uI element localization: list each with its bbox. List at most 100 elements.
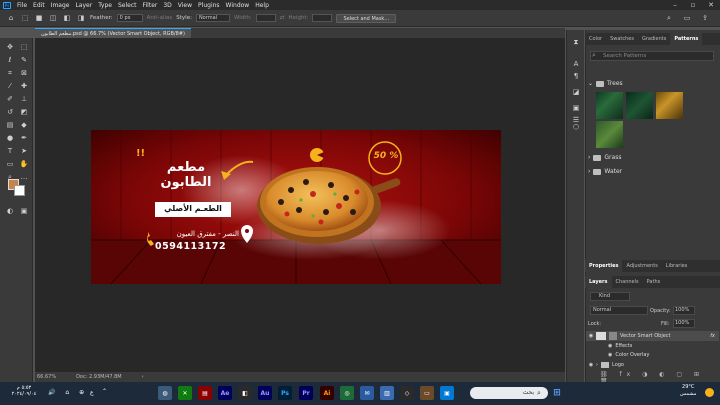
quick-mask-icon[interactable]: ◐ <box>5 206 15 216</box>
background-color-swatch[interactable] <box>14 185 25 196</box>
fill-input[interactable]: 100% <box>673 319 695 328</box>
width-input[interactable] <box>255 14 276 22</box>
chevron-right-icon[interactable]: › <box>588 154 590 161</box>
dodge-tool-icon[interactable]: ● <box>5 133 15 143</box>
tab-libraries[interactable]: Libraries <box>662 260 692 272</box>
app-icon[interactable]: ▤ <box>198 386 212 400</box>
chat-icon[interactable]: ✉ <box>360 386 374 400</box>
minimize-icon[interactable]: – <box>666 1 684 9</box>
after-effects-icon[interactable]: Ae <box>218 386 232 400</box>
fx-icon[interactable]: fx <box>710 333 719 339</box>
layer-row-vector-smart-object[interactable]: ◉ Vector Smart Object fx <box>586 331 719 341</box>
tab-properties[interactable]: Properties <box>585 260 623 272</box>
close-icon[interactable]: ✕ <box>702 1 720 9</box>
path-select-tool-icon[interactable]: ➤ <box>19 146 29 156</box>
add-selection-icon[interactable]: ◫ <box>48 13 58 23</box>
gradient-tool-icon[interactable]: ▤ <box>5 120 15 130</box>
menu-help[interactable]: Help <box>252 2 272 9</box>
chevron-right-icon[interactable]: › <box>596 362 598 368</box>
pattern-swatch[interactable] <box>596 121 623 148</box>
workspace-icon[interactable]: ▭ <box>682 13 692 23</box>
healing-brush-tool-icon[interactable]: ✚ <box>19 81 29 91</box>
libraries-icon[interactable]: ▣ <box>571 104 581 113</box>
document-canvas[interactable]: مطعم الطابون !! الطعـم الأصلي النصر - مف… <box>91 130 501 284</box>
marquee-preset-icon[interactable]: ⬚ <box>20 13 30 23</box>
menu-view[interactable]: View <box>175 2 195 9</box>
audition-icon[interactable]: Au <box>258 386 272 400</box>
tab-adjustments[interactable]: Adjustments <box>622 260 661 272</box>
menu-3d[interactable]: 3D <box>160 2 174 9</box>
lasso-tool-icon[interactable]: ℓ <box>5 55 15 65</box>
more-tools-icon[interactable]: … <box>19 172 29 182</box>
menu-plugins[interactable]: Plugins <box>195 2 223 9</box>
menu-type[interactable]: Type <box>95 2 115 9</box>
intersect-selection-icon[interactable]: ◨ <box>76 13 86 23</box>
layer-name[interactable]: Logo <box>612 362 624 368</box>
tray-chevron-icon[interactable]: ⌃ <box>102 388 107 395</box>
visibility-eye-icon[interactable]: ◉ <box>608 352 612 358</box>
clock[interactable]: ٥:٥٣ م ٢٠٢٤/٠٩/٠٤ <box>6 385 42 397</box>
glyphs-icon[interactable]: ◪ <box>571 88 581 97</box>
chrome-icon[interactable]: ◎ <box>340 386 354 400</box>
menu-edit[interactable]: Edit <box>30 2 48 9</box>
menu-select[interactable]: Select <box>115 2 140 9</box>
eyedropper-tool-icon[interactable]: ⁄ <box>5 81 15 91</box>
tab-layers[interactable]: Layers <box>585 276 612 288</box>
premiere-icon[interactable]: Pr <box>299 386 313 400</box>
artboard-tool-icon[interactable]: ⬚ <box>19 42 29 52</box>
maximize-icon[interactable]: ▫ <box>684 1 702 9</box>
home-icon[interactable]: ⌂ <box>6 13 16 23</box>
folder-app-icon[interactable]: ▭ <box>420 386 434 400</box>
hand-tool-icon[interactable]: ✋ <box>19 159 29 169</box>
search-icon[interactable]: ⌕ <box>664 13 674 23</box>
crop-tool-icon[interactable]: ⌗ <box>5 68 15 78</box>
history-icon[interactable]: ⧗ <box>571 38 581 47</box>
layer-effect-row[interactable]: ◉ Color Overlay <box>586 350 719 360</box>
weather-widget[interactable]: 29°C مشمس <box>680 384 696 398</box>
document-tab[interactable]: مطعم الطابون.psd @ 66.7% (Vector Smart O… <box>35 28 191 38</box>
tab-swatches[interactable]: Swatches <box>606 33 638 45</box>
antialias-checkbox[interactable]: Anti-alias <box>147 15 173 21</box>
patterns-search-input[interactable]: Search Patterns <box>590 51 714 61</box>
brush-tool-icon[interactable]: ✐ <box>5 94 15 104</box>
layer-name[interactable]: Vector Smart Object <box>620 333 671 339</box>
screen-mode-icon[interactable]: ▣ <box>19 206 29 216</box>
visibility-eye-icon[interactable]: ◉ <box>586 333 596 339</box>
chevron-right-icon[interactable]: › <box>588 168 590 175</box>
folder-grass[interactable]: › Grass <box>588 154 621 161</box>
store-icon[interactable]: ▣ <box>440 386 454 400</box>
visibility-eye-icon[interactable]: ◉ <box>586 362 596 368</box>
chevron-down-icon[interactable]: ⌄ <box>588 80 593 87</box>
folder-water[interactable]: › Water <box>588 168 622 175</box>
history-brush-tool-icon[interactable]: ↺ <box>5 107 15 117</box>
frame-tool-icon[interactable]: ⊠ <box>19 68 29 78</box>
character-icon[interactable]: A <box>571 60 581 69</box>
type-tool-icon[interactable]: T <box>5 146 15 156</box>
tab-color[interactable]: Color <box>585 33 606 45</box>
feather-input[interactable]: 0 px <box>116 14 143 22</box>
input-language[interactable]: ع <box>90 389 94 396</box>
menu-file[interactable]: File <box>14 2 30 9</box>
menu-image[interactable]: Image <box>48 2 73 9</box>
layer-kind-filter[interactable]: Kind <box>590 292 630 301</box>
illustrator-icon[interactable]: Ai <box>320 386 334 400</box>
tab-patterns[interactable]: Patterns <box>670 33 703 45</box>
blur-tool-icon[interactable]: ◆ <box>19 120 29 130</box>
zoom-level[interactable]: 66.67% <box>37 374 56 380</box>
new-selection-icon[interactable]: ■ <box>34 13 44 23</box>
app-icon[interactable]: ◇ <box>400 386 414 400</box>
style-select[interactable]: Normal <box>195 14 230 22</box>
start-windows-icon[interactable]: ⊞ <box>550 386 564 400</box>
files-icon[interactable]: ▥ <box>380 386 394 400</box>
swap-icon[interactable]: ⇄ <box>280 15 285 21</box>
menu-layer[interactable]: Layer <box>72 2 95 9</box>
pen-tool-icon[interactable]: ✒ <box>19 133 29 143</box>
quick-select-tool-icon[interactable]: ✎ <box>19 55 29 65</box>
rectangle-tool-icon[interactable]: ▭ <box>5 159 15 169</box>
menu-filter[interactable]: Filter <box>140 2 161 9</box>
photoshop-icon[interactable]: Ps <box>278 386 292 400</box>
layer-row-logo[interactable]: ◉ › Logo <box>586 360 719 370</box>
stamp-tool-icon[interactable]: ⊥ <box>19 94 29 104</box>
app-icon[interactable]: ◧ <box>238 386 252 400</box>
folder-trees[interactable]: ⌄ Trees <box>588 80 623 87</box>
